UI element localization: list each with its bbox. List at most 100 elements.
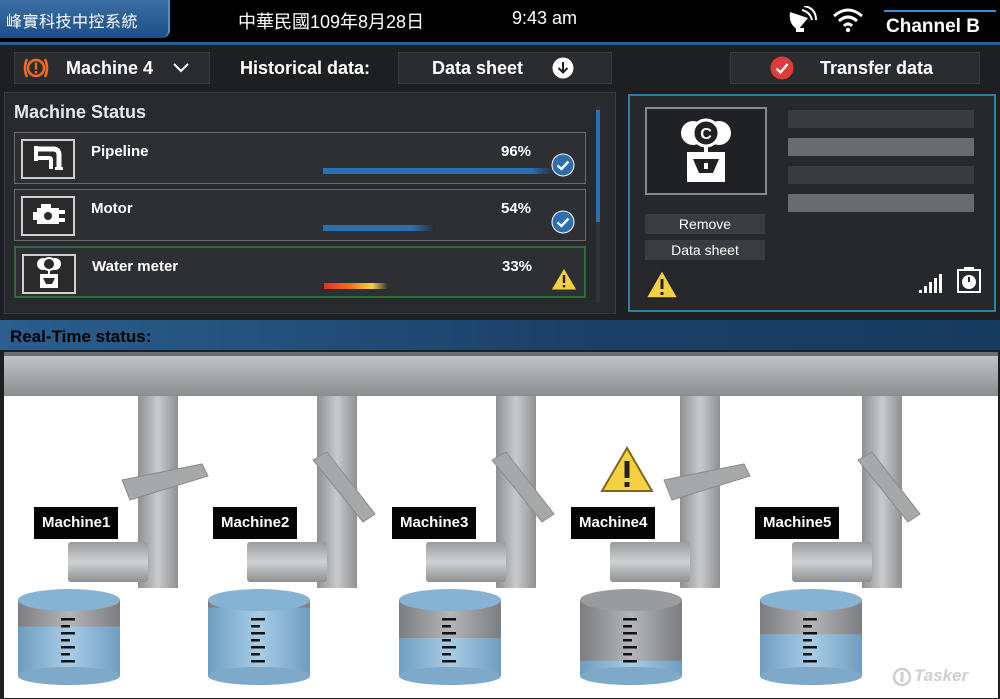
tank-bottom — [580, 667, 682, 685]
signal-icon — [919, 274, 942, 293]
info-line — [788, 166, 974, 184]
divider — [0, 42, 1000, 45]
machine-tag-4[interactable]: Machine4 — [571, 507, 656, 539]
level-gauge-mark — [61, 632, 75, 635]
realtime-scene — [4, 352, 998, 698]
level-gauge-mark — [442, 653, 451, 656]
time-display: 9:43 am — [512, 8, 578, 28]
remove-button[interactable]: Remove — [645, 214, 765, 234]
device-image-box: C — [645, 107, 767, 195]
machine-tag-1[interactable]: Machine1 — [34, 507, 119, 539]
outlet-pipe — [68, 542, 148, 582]
level-gauge-mark — [251, 632, 265, 635]
level-gauge-mark — [803, 618, 817, 621]
warning-icon — [600, 446, 654, 492]
chevron-down-icon[interactable] — [172, 62, 190, 74]
satellite-dish-icon — [789, 6, 817, 32]
info-line — [788, 138, 974, 156]
level-gauge-mark — [251, 653, 260, 656]
tank-top — [580, 589, 682, 611]
progress-bar-pipeline — [323, 168, 555, 174]
pipeline-icon — [21, 139, 75, 179]
tank-top — [760, 589, 862, 611]
level-gauge-mark — [442, 660, 456, 663]
machine-select-value[interactable]: Machine 4 — [66, 58, 153, 79]
detail-datasheet-button[interactable]: Data sheet — [645, 240, 765, 260]
level-gauge-mark — [61, 660, 75, 663]
machine-status-title: Machine Status — [14, 102, 147, 122]
datasheet-label[interactable]: Data sheet — [432, 58, 523, 79]
level-gauge-mark — [251, 660, 265, 663]
level-gauge-mark — [251, 625, 260, 628]
progress-bar-motor — [323, 225, 435, 231]
level-gauge-mark — [803, 646, 817, 649]
outlet-pipe — [792, 542, 872, 582]
date-display: 中華民國109年8月28日 — [238, 12, 425, 32]
tank-bottom — [399, 667, 501, 685]
warning-icon — [550, 267, 578, 291]
tank-water — [208, 607, 310, 676]
app-title: 峰實科技中控系統 — [0, 0, 170, 38]
level-gauge-mark — [442, 646, 456, 649]
level-gauge-mark — [61, 639, 70, 642]
status-item-percent: 96% — [501, 143, 532, 160]
historical-data-label: Historical data: — [240, 58, 371, 78]
level-gauge-mark — [442, 618, 456, 621]
level-gauge-mark — [442, 639, 451, 642]
machine-tag-5[interactable]: Machine5 — [755, 507, 840, 539]
status-item-percent: 54% — [501, 200, 532, 217]
machine-tag-2[interactable]: Machine2 — [213, 507, 298, 539]
water-meter-icon — [22, 254, 76, 294]
progress-bar-water-meter — [324, 283, 388, 289]
machine-tag-3[interactable]: Machine3 — [392, 507, 477, 539]
level-gauge-mark — [623, 625, 632, 628]
level-gauge-mark — [251, 618, 265, 621]
level-gauge-mark — [61, 625, 70, 628]
tank-top — [18, 589, 120, 611]
tank-top — [208, 589, 310, 611]
main-pipe — [4, 352, 998, 396]
level-gauge-mark — [623, 653, 632, 656]
alert-circle-icon — [23, 58, 49, 78]
status-item-water-meter[interactable]: Water meter 33% — [14, 246, 586, 298]
check-circle-icon — [770, 56, 794, 80]
level-gauge-mark — [803, 660, 817, 663]
tank-bottom — [208, 667, 310, 685]
level-gauge-mark — [803, 639, 812, 642]
download-icon[interactable] — [552, 57, 574, 79]
transfer-data-label[interactable]: Transfer data — [820, 58, 933, 79]
status-item-pipeline[interactable]: Pipeline 96% — [14, 132, 586, 184]
tank-bottom — [760, 667, 862, 685]
check-icon — [551, 210, 575, 234]
status-item-percent: 33% — [502, 258, 533, 275]
level-gauge-mark — [442, 632, 456, 635]
level-gauge-mark — [251, 646, 265, 649]
status-item-motor[interactable]: Motor 54% — [14, 189, 586, 241]
level-gauge-mark — [623, 639, 632, 642]
tank-top — [399, 589, 501, 611]
warning-icon — [644, 268, 680, 299]
level-gauge-mark — [442, 625, 451, 628]
level-gauge-mark — [623, 618, 637, 621]
status-item-label: Water meter — [92, 258, 179, 275]
motor-icon — [21, 196, 75, 236]
level-gauge-mark — [251, 639, 260, 642]
outlet-pipe — [610, 542, 690, 582]
realtime-label: Real-Time status: — [10, 327, 152, 346]
channel-label[interactable]: Channel B — [884, 10, 996, 38]
info-line — [788, 110, 974, 128]
app-root: 峰實科技中控系統 中華民國109年8月28日 9:43 am Channel B… — [0, 0, 1000, 699]
outlet-pipe — [426, 542, 506, 582]
status-item-label: Motor — [91, 200, 133, 217]
info-line — [788, 194, 974, 212]
level-gauge-mark — [803, 625, 812, 628]
level-gauge-mark — [61, 653, 70, 656]
copyright-icon: C — [700, 126, 712, 143]
level-gauge-mark — [623, 632, 637, 635]
scrollbar-thumb[interactable] — [596, 110, 600, 222]
outlet-pipe — [247, 542, 327, 582]
timer-icon[interactable] — [956, 266, 982, 294]
tank-bottom — [18, 667, 120, 685]
level-gauge-mark — [623, 660, 637, 663]
level-gauge-mark — [61, 646, 75, 649]
